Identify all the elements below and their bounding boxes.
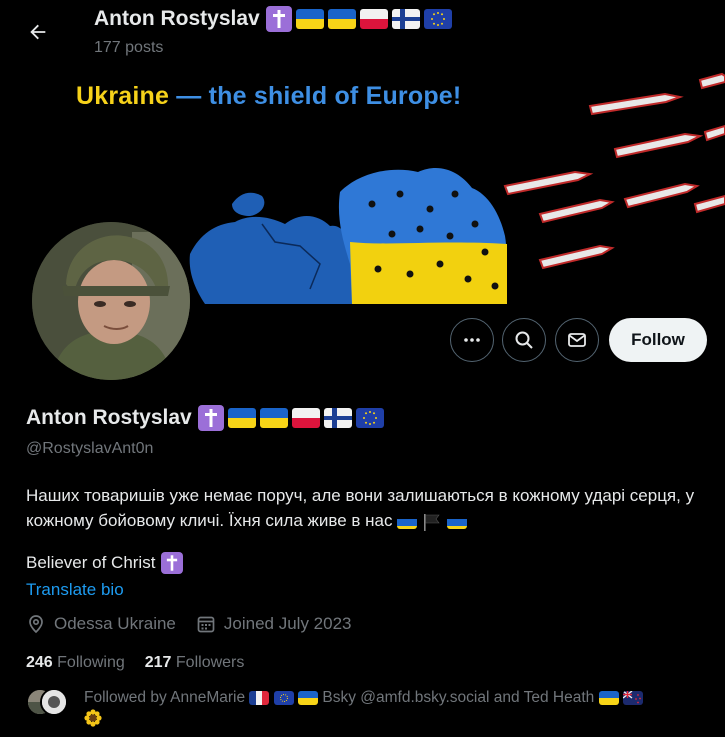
avatar (40, 688, 68, 716)
ukraine-flag-icon (298, 690, 319, 705)
believer-text: Believer of Christ (26, 553, 156, 572)
following-link[interactable]: 246 Following (26, 654, 125, 672)
ukraine-flag-icon (397, 515, 418, 529)
more-icon (464, 338, 480, 342)
avatar-soldier-photo (32, 222, 190, 380)
message-button[interactable] (555, 318, 599, 362)
bio-believer-line: Believer of Christ (26, 552, 184, 574)
back-arrow-icon (30, 24, 46, 40)
finland-flag-icon (391, 9, 420, 29)
mail-icon (568, 333, 586, 347)
poland-flag-icon (291, 408, 320, 428)
sunflower-icon (84, 709, 102, 727)
finland-flag-icon (323, 408, 352, 428)
follow-stats: 246 Following 217 Followers (26, 654, 264, 672)
followed-by-prefix: Followed by AnneMarie (84, 689, 246, 706)
followers-label: Followers (175, 654, 245, 671)
location-text: Odessa Ukraine (54, 614, 176, 633)
joined-text: Joined July 2023 (223, 614, 352, 633)
bio-text: Наших товаришів уже немає поруч, але вон… (26, 486, 695, 530)
ukraine-flag-icon (327, 9, 356, 29)
post-count: 177 posts (94, 39, 164, 56)
ukraine-flag-icon (295, 9, 324, 29)
latin-cross-emoji-icon (265, 6, 292, 32)
eu-flag-icon (355, 408, 384, 428)
follower-avatars (26, 688, 70, 716)
profile-name: Anton Rostyslav (26, 406, 192, 429)
follow-button[interactable]: Follow (609, 318, 707, 362)
new-zealand-flag-icon (622, 690, 643, 705)
translate-bio-link[interactable]: Translate bio (26, 580, 124, 600)
eu-flag-icon (273, 690, 294, 705)
search-posts-button[interactable] (502, 318, 546, 362)
ukraine-flag-icon (446, 515, 467, 529)
profile-handle: @RostyslavAnt0n (26, 440, 154, 457)
ukraine-flag-icon (598, 690, 619, 705)
top-bar: Anton Rostyslav 177 posts (0, 0, 725, 64)
profile-avatar[interactable] (28, 218, 194, 384)
search-icon (515, 331, 533, 349)
black-flag-icon (422, 513, 442, 531)
location-icon (29, 615, 43, 634)
header-name: Anton Rostyslav (94, 7, 260, 30)
more-button[interactable] (450, 318, 494, 362)
joined-item: Joined July 2023 (196, 614, 352, 634)
poland-flag-icon (359, 9, 388, 29)
following-count: 246 (26, 654, 53, 671)
followed-by-text: Followed by AnneMarie Bsky @amfd.bsky.so… (84, 688, 704, 728)
location-item: Odessa Ukraine (26, 614, 176, 634)
france-flag-icon (249, 690, 270, 705)
eu-flag-icon (423, 9, 452, 29)
latin-cross-emoji-icon (161, 552, 184, 574)
profile-meta: Odessa Ukraine Joined July 2023 (26, 614, 371, 634)
followed-by-middle: Bsky @amfd.bsky.social and Ted Heath (322, 689, 595, 706)
ukraine-flag-icon (259, 408, 288, 428)
followers-count: 217 (144, 654, 172, 671)
header-title-row: Anton Rostyslav (94, 6, 452, 32)
ukraine-flag-icon (227, 408, 256, 428)
calendar-icon (197, 616, 215, 633)
followers-link[interactable]: 217 Followers (145, 654, 245, 672)
profile-name-row: Anton Rostyslav (26, 405, 384, 431)
following-label: Following (57, 654, 125, 671)
back-button[interactable] (20, 14, 56, 50)
profile-bio: Наших товаришів уже немає поруч, але вон… (26, 483, 706, 533)
latin-cross-emoji-icon (197, 405, 224, 431)
